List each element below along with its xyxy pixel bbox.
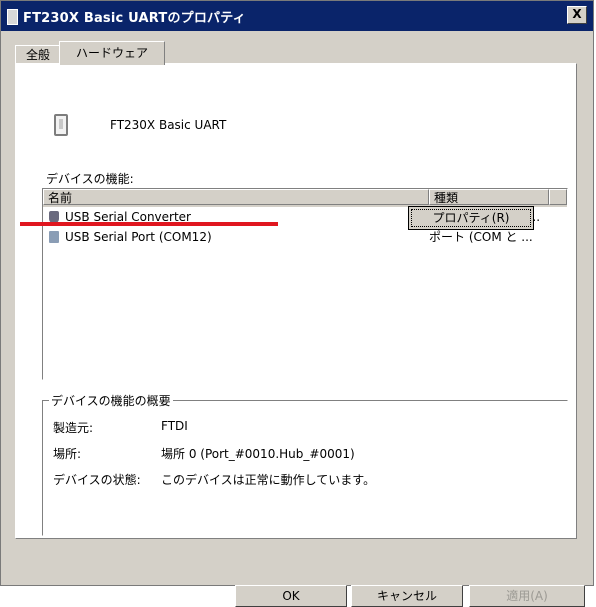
manufacturer-value: FTDI xyxy=(161,419,188,433)
title-bar[interactable]: FT230X Basic UARTのプロパティ X xyxy=(1,1,593,31)
highlight-underline xyxy=(20,222,278,226)
hardware-tab-panel: FT230X Basic UART デバイスの機能: 名前 種類 USB Ser… xyxy=(15,63,577,539)
tab-general[interactable]: 全般 xyxy=(15,45,61,64)
column-header-blank xyxy=(549,189,567,205)
focus-rect xyxy=(411,209,531,227)
status-value: このデバイスは正常に動作しています。 xyxy=(161,473,376,487)
device-icon xyxy=(54,114,68,136)
location-label: 場所: xyxy=(53,447,82,461)
device-functions-label: デバイスの機能: xyxy=(46,172,134,186)
properties-window: FT230X Basic UARTのプロパティ X 全般 ハードウェア FT23… xyxy=(0,0,594,607)
summary-legend: デバイスの機能の概要 xyxy=(49,392,173,409)
cancel-button[interactable]: キャンセル xyxy=(351,585,463,607)
column-header-name[interactable]: 名前 xyxy=(43,189,429,205)
list-header: 名前 種類 xyxy=(43,189,567,207)
column-header-type[interactable]: 種類 xyxy=(429,189,549,205)
apply-button[interactable]: 適用(A) xyxy=(469,585,585,607)
status-label: デバイスの状態: xyxy=(53,473,141,487)
close-button[interactable]: X xyxy=(567,6,587,24)
function-name: USB Serial Port (COM12) xyxy=(65,230,212,244)
function-summary-group: デバイスの機能の概要 製造元: FTDI 場所: 場所 0 (Port_#001… xyxy=(42,392,568,536)
device-manager-icon xyxy=(7,9,18,25)
ok-button[interactable]: OK xyxy=(235,585,347,607)
location-value: 場所 0 (Port_#0010.Hub_#0001) xyxy=(161,447,355,461)
function-type: ポート (COM と ... xyxy=(429,230,533,244)
serial-port-icon xyxy=(49,231,59,243)
window-title: FT230X Basic UARTのプロパティ xyxy=(23,11,246,26)
device-name: FT230X Basic UART xyxy=(110,118,227,132)
tab-hardware[interactable]: ハードウェア xyxy=(59,41,165,65)
manufacturer-label: 製造元: xyxy=(53,421,94,435)
properties-button[interactable]: プロパティ(R) xyxy=(408,206,534,230)
dialog-body: 全般 ハードウェア FT230X Basic UART デバイスの機能: 名前 … xyxy=(1,31,593,607)
